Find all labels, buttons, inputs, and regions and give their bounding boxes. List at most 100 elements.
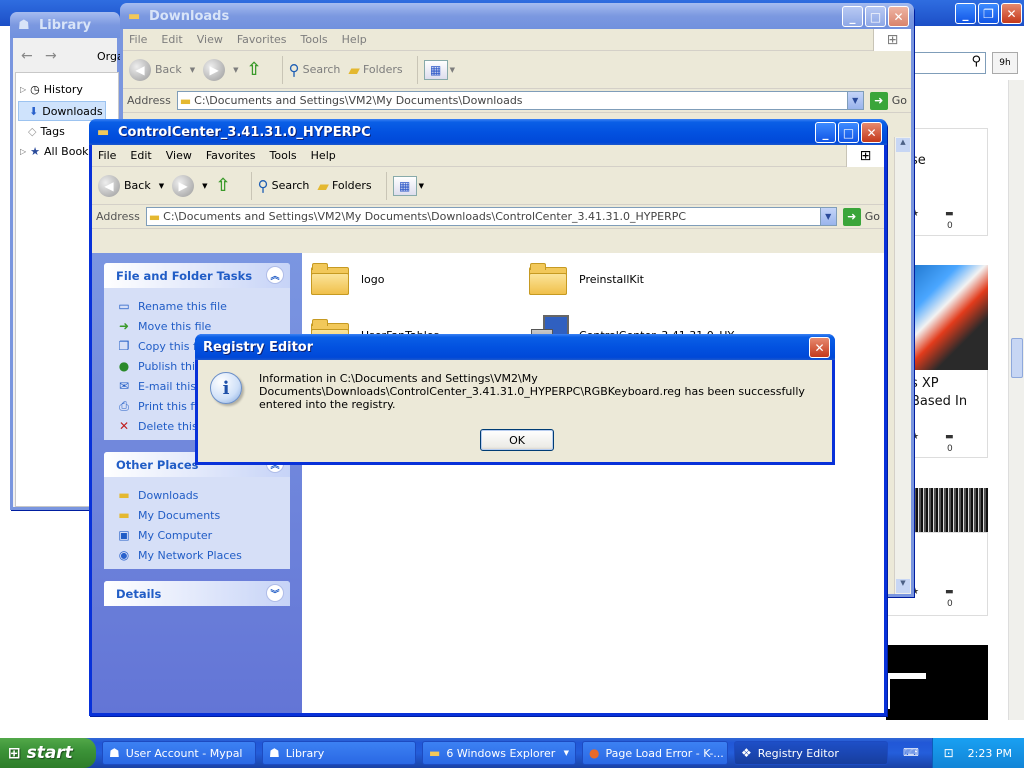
folders-button[interactable]: ▰ Folders <box>348 61 402 79</box>
menu-help[interactable]: Help <box>311 149 336 162</box>
taskbar-item-mypal[interactable]: ☗ User Account - Mypal <box>102 741 256 765</box>
tree-item-downloads[interactable]: ⬇ Downloads <box>18 101 106 121</box>
controlcenter-titlebar[interactable]: ▬ ControlCenter_3.41.31.0_HYPERPC _ □ ✕ <box>89 119 887 145</box>
place-my-documents[interactable]: ▬ My Documents <box>116 505 280 525</box>
browser-scrollbar[interactable] <box>1008 80 1024 720</box>
tree-item-history[interactable]: ▷ ◷ History <box>20 83 83 96</box>
minimize-button[interactable]: _ <box>842 6 863 27</box>
maximize-button[interactable]: □ <box>838 122 859 143</box>
go-button[interactable]: ➜ Go <box>842 207 880 226</box>
close-button[interactable]: ✕ <box>809 337 830 358</box>
menu-file[interactable]: File <box>129 33 147 46</box>
vertical-scrollbar[interactable]: ▲ ▼ <box>894 137 911 594</box>
forward-button[interactable]: ▶ ▼ <box>203 58 239 81</box>
search-button[interactable]: ⚲ Search <box>289 61 341 79</box>
menu-help[interactable]: Help <box>342 33 367 46</box>
taskbar-item-library[interactable]: ☗ Library <box>262 741 416 765</box>
tree-label: History <box>43 83 83 96</box>
network-icon[interactable]: ⊡ <box>944 746 954 760</box>
place-my-computer[interactable]: ▣ My Computer <box>116 525 280 545</box>
close-button[interactable]: ✕ <box>888 6 909 27</box>
search-button[interactable]: ⚲ Search <box>258 177 310 195</box>
details-header[interactable]: Details ︾ <box>104 581 290 606</box>
system-tray: ⊡ 2:23 PM <box>932 738 1024 768</box>
tree-item-all-bookmarks[interactable]: ▷ ★ All Bookm <box>20 145 99 158</box>
task-label: Page Load Error - K-... <box>605 746 724 760</box>
expand-icon[interactable]: ▷ <box>20 147 26 156</box>
maximize-button[interactable]: □ <box>865 6 886 27</box>
address-field[interactable]: ▬ C:\Documents and Settings\VM2\My Docum… <box>176 91 864 110</box>
browser-search-field[interactable]: ⚲ <box>904 52 986 74</box>
panel-title: Details <box>116 586 162 601</box>
views-button[interactable]: ▦ ▼ <box>392 175 424 196</box>
browser-maximize-button[interactable]: ❐ <box>978 3 999 24</box>
keyboard-icon[interactable]: ⌨ <box>903 746 919 759</box>
scrollbar-thumb[interactable] <box>1011 338 1023 378</box>
file-item-preinstallkit[interactable]: PreinstallKit <box>529 263 644 295</box>
back-arrow-icon[interactable]: ← <box>21 48 33 64</box>
downloads-titlebar[interactable]: ▬ Downloads _ □ ✕ <box>120 3 914 29</box>
scroll-down-button[interactable]: ▼ <box>896 579 910 593</box>
forward-button[interactable]: ▶ ▼ <box>172 174 208 197</box>
place-network[interactable]: ◉ My Network Places <box>116 545 280 565</box>
menu-file[interactable]: File <box>98 149 116 162</box>
library-titlebar[interactable]: ☗ Library <box>10 12 120 38</box>
menu-edit[interactable]: Edit <box>130 149 151 162</box>
up-button[interactable]: ⇧ <box>216 175 237 196</box>
forward-arrow-icon[interactable]: → <box>45 48 57 64</box>
go-button[interactable]: ➜ Go <box>869 91 907 110</box>
taskbar-item-page-load-error[interactable]: ● Page Load Error - K-... <box>582 741 728 765</box>
browser-close-button[interactable]: ✕ <box>1001 3 1022 24</box>
back-button[interactable]: ◀ Back ▼ <box>129 58 195 81</box>
address-field[interactable]: ▬ C:\Documents and Settings\VM2\My Docum… <box>145 207 837 226</box>
back-arrow-icon: ◀ <box>98 174 120 197</box>
collapse-icon[interactable]: ︽ <box>266 266 284 284</box>
tree-item-tags[interactable]: ◇ Tags <box>28 125 65 138</box>
taskbar-group-explorer[interactable]: ▬ 6 Windows Explorer ▼ <box>422 741 576 765</box>
browser-minimize-button[interactable]: _ <box>955 3 976 24</box>
comment-icon: ▬ <box>945 587 954 597</box>
taskbar-item-registry-editor[interactable]: ❖ Registry Editor <box>734 741 888 765</box>
menu-tools[interactable]: Tools <box>270 149 297 162</box>
file-item-logo[interactable]: logo <box>311 263 385 295</box>
menu-view[interactable]: View <box>197 33 223 46</box>
time-filter-button[interactable]: 9h <box>992 52 1018 74</box>
close-button[interactable]: ✕ <box>861 122 882 143</box>
address-text: C:\Documents and Settings\VM2\My Documen… <box>163 210 687 223</box>
tree-label: Tags <box>40 125 65 138</box>
computer-icon: ▣ <box>118 528 130 542</box>
menu-tools[interactable]: Tools <box>301 33 328 46</box>
task-label: 6 Windows Explorer <box>446 746 556 760</box>
dialog-titlebar[interactable]: Registry Editor ✕ <box>195 334 835 360</box>
task-label: Rename this file <box>138 299 227 313</box>
file-folder-tasks-header[interactable]: File and Folder Tasks ︽ <box>104 263 290 288</box>
comment-count: 0 <box>947 599 953 609</box>
address-dropdown-button[interactable]: ▼ <box>846 92 863 109</box>
menu-favorites[interactable]: Favorites <box>237 33 287 46</box>
minimize-button[interactable]: _ <box>815 122 836 143</box>
scroll-up-button[interactable]: ▲ <box>896 138 910 152</box>
forward-arrow-icon: ▶ <box>172 174 195 197</box>
task-move[interactable]: ➜ Move this file <box>116 316 280 336</box>
expand-icon[interactable]: ︾ <box>266 584 284 602</box>
menu-favorites[interactable]: Favorites <box>206 149 256 162</box>
search-label: Search <box>302 63 341 76</box>
back-button[interactable]: ◀ Back ▼ <box>98 174 164 197</box>
task-rename[interactable]: ▭ Rename this file <box>116 296 280 316</box>
details-panel: Details ︾ <box>104 581 290 606</box>
registry-editor-dialog[interactable]: Registry Editor ✕ i Information in C:\Do… <box>195 334 835 465</box>
address-dropdown-button[interactable]: ▼ <box>819 208 836 225</box>
ok-button[interactable]: OK <box>480 429 554 451</box>
views-button[interactable]: ▦ ▼ <box>423 59 455 80</box>
expand-icon[interactable]: ▷ <box>20 85 26 94</box>
library-app-icon: ☗ <box>18 18 30 33</box>
up-button[interactable]: ⇧ <box>247 59 268 80</box>
folders-button[interactable]: ▰ Folders <box>317 177 371 195</box>
place-downloads[interactable]: ▬ Downloads <box>116 485 280 505</box>
clock[interactable]: 2:23 PM <box>968 747 1012 760</box>
start-button[interactable]: ⊞ start <box>0 738 96 768</box>
menu-view[interactable]: View <box>166 149 192 162</box>
menu-edit[interactable]: Edit <box>161 33 182 46</box>
video-thumbnail[interactable] <box>886 645 988 720</box>
folder-icon <box>529 263 567 295</box>
